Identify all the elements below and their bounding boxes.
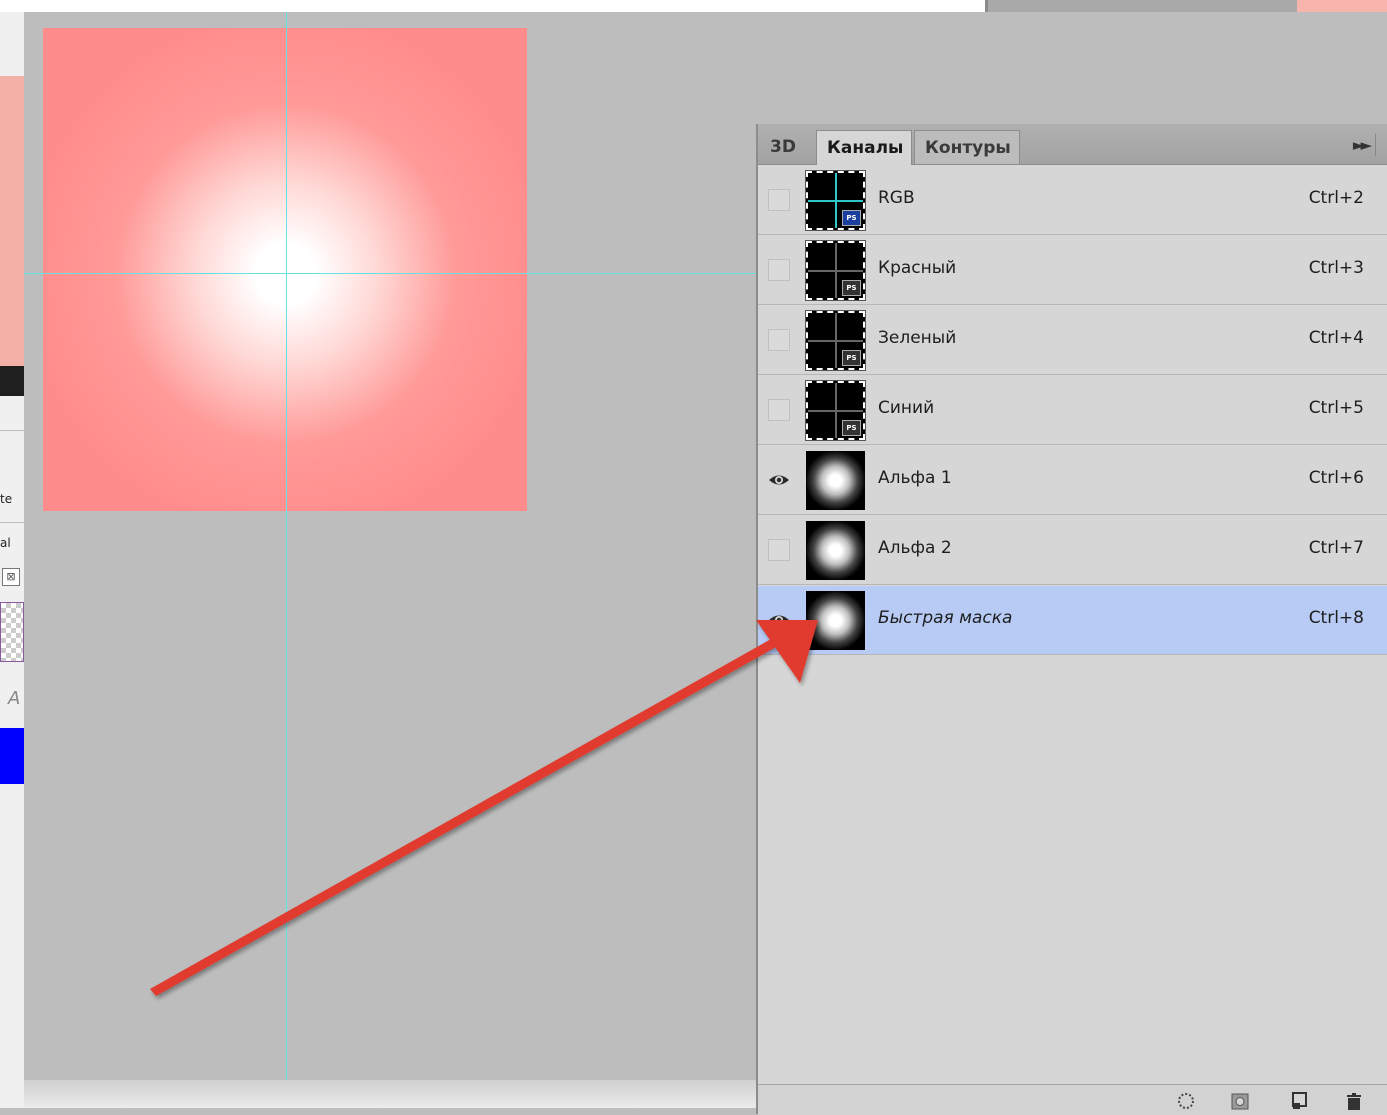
channel-row[interactable]: PS Синий Ctrl+5 [758,376,1387,445]
channel-name: Синий [878,398,935,418]
tab-paths[interactable]: Контуры [914,130,1020,164]
top-strip-gray [985,0,1298,12]
left-edge-text-2[interactable]: al [0,536,11,550]
trash-icon[interactable] [1344,1091,1364,1111]
top-strip [0,0,1387,12]
channel-shortcut: Ctrl+6 [1308,468,1364,488]
channel-shortcut: Ctrl+3 [1308,258,1364,278]
channel-row[interactable]: Быстрая маска Ctrl+8 [758,586,1387,655]
channel-name: Зеленый [878,328,957,348]
channel-thumbnail[interactable]: PS [805,240,866,301]
left-edge-lock-icon[interactable]: ⊠ [2,568,20,586]
channel-name: Красный [878,258,957,278]
left-edge-dark-bar [0,366,24,396]
left-edge-panel: te al ⊠ A [0,12,24,1108]
vertical-guide[interactable] [286,12,287,1080]
top-strip-pink [1297,0,1387,12]
channel-thumbnail[interactable] [806,451,865,510]
channel-thumbnail[interactable]: PS [805,310,866,371]
left-edge-divider [0,430,24,431]
left-edge-partial-letter: A [8,688,21,709]
channel-row[interactable]: Альфа 2 Ctrl+7 [758,516,1387,585]
document-canvas[interactable] [43,28,527,511]
ps-badge-icon: PS [842,210,861,226]
channel-shortcut: Ctrl+4 [1308,328,1364,348]
visibility-toggle[interactable] [768,259,790,281]
channel-name: Альфа 1 [878,468,952,488]
ps-badge-icon: PS [842,420,861,436]
save-selection-icon[interactable] [1230,1091,1250,1111]
ps-badge-icon: PS [842,280,861,296]
channel-shortcut: Ctrl+2 [1308,188,1364,208]
visibility-toggle[interactable] [768,399,790,421]
channel-thumbnail[interactable] [806,591,865,650]
status-strip [24,1080,757,1108]
channel-thumbnail[interactable]: PS [805,170,866,231]
ps-badge-icon: PS [842,350,861,366]
tab-3d[interactable]: 3D [760,130,816,164]
visibility-toggle[interactable] [768,329,790,351]
eye-icon[interactable] [768,609,790,631]
left-edge-selected-layer[interactable] [0,728,24,784]
panel-footer [758,1084,1387,1115]
left-edge-text-1: te [0,492,13,506]
channel-thumbnail[interactable]: PS [805,380,866,441]
channel-shortcut: Ctrl+7 [1308,538,1364,558]
new-channel-icon[interactable] [1290,1091,1310,1111]
tab-divider [1375,134,1376,156]
channel-thumbnail[interactable] [806,521,865,580]
left-edge-swatch [0,76,24,366]
panel-menu-icon[interactable]: ►► [1353,136,1372,154]
channels-panel: 3D Каналы Контуры ►► PS RGB Ctrl+2 PS Красны… [756,124,1387,1115]
tab-channels[interactable]: Каналы [816,130,912,165]
channel-name: RGB [878,188,915,208]
channel-row[interactable]: PS Зеленый Ctrl+4 [758,306,1387,375]
channel-shortcut: Ctrl+8 [1308,608,1364,628]
visibility-toggle[interactable] [768,539,790,561]
channel-shortcut: Ctrl+5 [1308,398,1364,418]
visibility-toggle[interactable] [768,189,790,211]
channel-row[interactable]: PS Красный Ctrl+3 [758,236,1387,305]
horizontal-guide[interactable] [24,273,756,274]
load-selection-icon[interactable] [1176,1091,1196,1111]
left-edge-divider [0,522,24,523]
panel-tab-bar: 3D Каналы Контуры ►► [758,124,1387,165]
left-edge-layer-thumbnail[interactable] [0,602,24,662]
channel-name: Быстрая маска [878,608,1013,628]
eye-icon[interactable] [768,469,790,491]
channel-row[interactable]: Альфа 1 Ctrl+6 [758,446,1387,515]
channel-row[interactable]: PS RGB Ctrl+2 [758,166,1387,235]
channel-name: Альфа 2 [878,538,952,558]
